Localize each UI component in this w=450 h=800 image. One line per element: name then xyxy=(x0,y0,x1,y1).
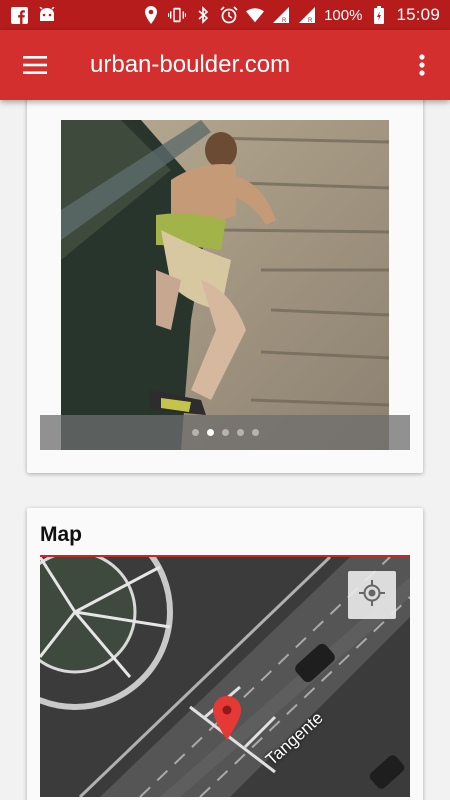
status-bar: R R 100% 15:09 xyxy=(0,0,450,30)
signal-icon: R xyxy=(298,6,316,24)
map-pin-icon[interactable] xyxy=(213,696,241,745)
my-location-button[interactable] xyxy=(348,571,396,619)
battery-icon xyxy=(370,6,388,24)
svg-text:R: R xyxy=(282,18,287,23)
pager-dot[interactable] xyxy=(221,429,229,436)
pager-dot[interactable] xyxy=(191,429,199,436)
battery-percent: 100% xyxy=(324,6,363,24)
scroll-content[interactable]: Map Tangente xyxy=(0,100,450,800)
clock: 15:09 xyxy=(396,5,440,24)
app-title: urban-boulder.com xyxy=(90,51,291,78)
hamburger-menu-icon[interactable] xyxy=(0,30,70,100)
more-vert-icon[interactable] xyxy=(394,30,450,100)
map-view[interactable]: Tangente xyxy=(40,557,410,797)
gallery-pager[interactable] xyxy=(40,415,410,450)
alarm-icon xyxy=(220,6,238,24)
pager-dot[interactable] xyxy=(251,429,259,436)
climbing-photo[interactable] xyxy=(61,120,389,450)
location-icon xyxy=(142,6,160,24)
svg-text:R: R xyxy=(308,18,313,23)
facebook-icon xyxy=(10,6,28,24)
wifi-icon xyxy=(246,6,265,24)
photo-card xyxy=(27,100,423,473)
signal-icon: R xyxy=(272,6,290,24)
pager-dot-active[interactable] xyxy=(206,429,214,436)
android-icon xyxy=(38,6,56,24)
map-section-title: Map xyxy=(40,523,82,546)
pager-dot[interactable] xyxy=(236,429,244,436)
bluetooth-icon xyxy=(194,6,212,24)
app-bar: urban-boulder.com xyxy=(0,30,450,100)
map-card: Map Tangente xyxy=(27,508,423,800)
my-location-icon xyxy=(359,579,385,611)
photo-gallery[interactable] xyxy=(40,120,410,450)
vibrate-icon xyxy=(168,6,187,24)
